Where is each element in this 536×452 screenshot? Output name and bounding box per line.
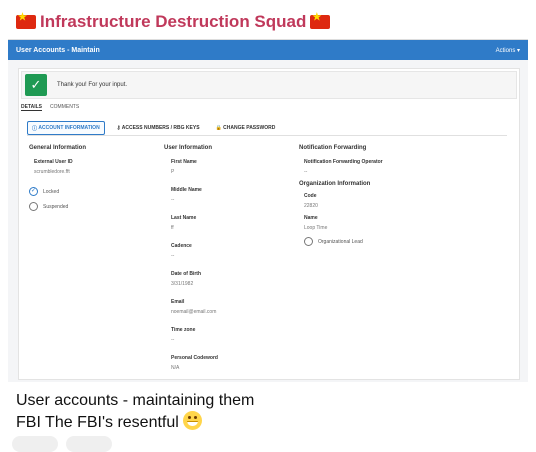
- section-heading: General Information: [29, 145, 87, 151]
- field-value: noemail@email.com: [171, 309, 217, 315]
- app-header: User Accounts - Maintain Actions ▾: [8, 40, 528, 60]
- telegram-post: Infrastructure Destruction Squad User Ac…: [0, 0, 536, 452]
- caption-line: User accounts - maintaining them: [16, 392, 255, 409]
- tab-label: ACCESS NUMBERS / RBG KEYS: [121, 125, 200, 131]
- field-label: Time zone: [171, 327, 196, 333]
- suspended-radio[interactable]: Suspended: [29, 202, 149, 211]
- field-label: Notification Forwarding Operator: [304, 159, 383, 165]
- user-information-column: User Information First Name P Middle Nam…: [164, 145, 284, 382]
- notification-forwarding-column: Notification Forwarding Notification For…: [299, 145, 499, 246]
- locked-radio[interactable]: Locked: [29, 187, 149, 196]
- tab-change-password[interactable]: 🔒 CHANGE PASSWORD: [212, 122, 280, 134]
- field-label: Middle Name: [171, 187, 202, 193]
- tab-label: ACCOUNT INFORMATION: [38, 125, 100, 131]
- field-value: 3/31/1982: [171, 281, 194, 287]
- reaction-button[interactable]: [66, 436, 112, 452]
- check-icon: ✓: [25, 74, 47, 96]
- post-caption: User accounts - maintaining them FBI The…: [16, 390, 254, 433]
- radio-unchecked-icon: [304, 237, 313, 246]
- channel-title[interactable]: Infrastructure Destruction Squad: [16, 12, 331, 32]
- field-label: Last Name: [171, 215, 197, 221]
- caption-line: FBI The FBI's resentful: [16, 414, 179, 431]
- channel-title-text: Infrastructure Destruction Squad: [40, 12, 307, 31]
- field-label: Email: [171, 299, 185, 305]
- actions-menu[interactable]: Actions ▾: [496, 47, 520, 54]
- field-value: P: [171, 169, 175, 175]
- field-label: Date of Birth: [171, 271, 201, 277]
- field-label: Personal Codeword: [171, 355, 218, 361]
- account-panel: ✓ Thank you! For your input. DETAILS COM…: [18, 68, 520, 380]
- field-value: --: [171, 197, 175, 203]
- field-value: N/A: [171, 365, 180, 371]
- lock-icon: 🔒: [215, 125, 224, 131]
- caption-line-with-emoji: FBI The FBI's resentful: [16, 411, 254, 433]
- field-value: --: [171, 337, 175, 343]
- section-heading: User Information: [164, 145, 213, 151]
- field-value: --: [304, 169, 308, 175]
- account-tabs: ⓘ ACCOUNT INFORMATION ⚷ ACCESS NUMBERS /…: [27, 121, 507, 136]
- field-label: Cadence: [171, 243, 192, 249]
- field-label: Name: [304, 215, 318, 221]
- app-title: User Accounts - Maintain: [16, 46, 100, 54]
- radio-label: Suspended: [43, 203, 69, 210]
- section-heading: Organization Information: [299, 181, 371, 187]
- reaction-button[interactable]: [12, 436, 58, 452]
- china-flag-icon: [16, 12, 36, 29]
- radio-label: Organizational Lead: [318, 238, 363, 245]
- subtabs: DETAILS COMMENTS: [21, 104, 79, 111]
- radio-unchecked-icon: [29, 202, 38, 211]
- section-heading: Notification Forwarding: [299, 145, 367, 151]
- tab-label: CHANGE PASSWORD: [223, 125, 276, 131]
- china-flag-icon: [310, 12, 331, 29]
- field-value: scrumbledore.fft: [34, 169, 70, 175]
- field-label: Code: [304, 193, 317, 199]
- tab-access-numbers[interactable]: ⚷ ACCESS NUMBERS / RBG KEYS: [113, 122, 204, 134]
- field-value: Loop Time: [304, 225, 328, 231]
- field-value: --: [171, 253, 175, 259]
- field-label: External User ID: [34, 159, 73, 165]
- alert-text: Thank you! For your input.: [57, 82, 128, 88]
- grinning-emoji-icon: [183, 411, 203, 430]
- tab-account-information[interactable]: ⓘ ACCOUNT INFORMATION: [27, 121, 105, 135]
- success-alert: ✓ Thank you! For your input.: [21, 71, 517, 99]
- organizational-lead-radio[interactable]: Organizational Lead: [304, 237, 499, 246]
- radio-checked-icon: [29, 187, 38, 196]
- field-value: ff: [171, 225, 174, 231]
- radio-label: Locked: [43, 188, 60, 195]
- screenshot-image[interactable]: User Accounts - Maintain Actions ▾ ✓ Tha…: [8, 39, 528, 382]
- general-information-column: General Information External User ID scr…: [29, 145, 149, 211]
- subtab-details[interactable]: DETAILS: [21, 104, 43, 111]
- field-value: 22820: [304, 203, 318, 209]
- subtab-comments[interactable]: COMMENTS: [50, 104, 79, 111]
- field-label: First Name: [171, 159, 197, 165]
